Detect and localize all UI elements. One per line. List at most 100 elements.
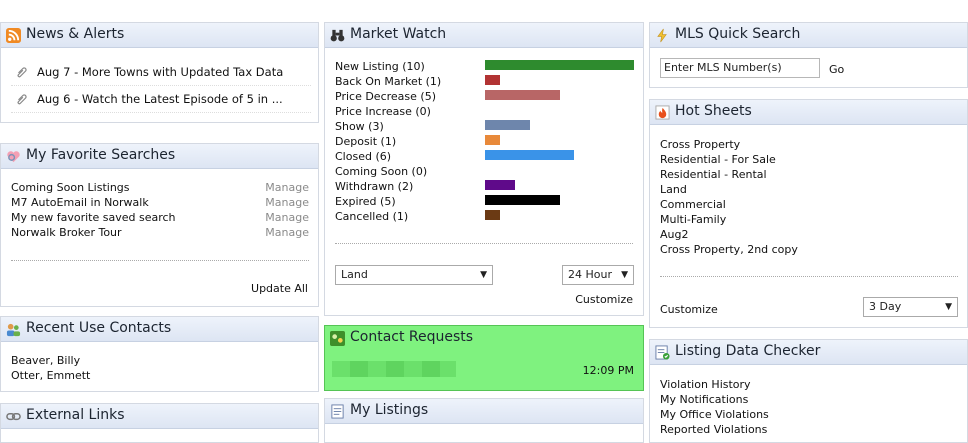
divider <box>335 243 633 244</box>
market-watch-label[interactable]: Expired (5) <box>335 194 396 209</box>
recent-contacts-title: Recent Use Contacts <box>26 320 172 336</box>
market-watch-bar <box>485 135 500 145</box>
favorite-search-link[interactable]: Coming Soon Listings <box>11 180 130 195</box>
market-watch-label[interactable]: New Listing (10) <box>335 59 425 74</box>
favorite-searches-title: My Favorite Searches <box>26 147 176 163</box>
checker-link[interactable]: My Notifications <box>660 392 769 407</box>
contact-request-icon <box>330 331 345 346</box>
period-select[interactable]: 24 Hour ▼ <box>562 265 634 285</box>
checklist-icon <box>655 345 670 360</box>
hot-sheet-link[interactable]: Cross Property <box>660 137 798 152</box>
market-watch-bar <box>485 180 515 190</box>
my-listings-header: My Listings <box>325 399 643 424</box>
period-value: 24 Hour <box>568 268 612 281</box>
market-watch-row[interactable]: New Listing (10) <box>335 59 635 74</box>
redacted-contact-name[interactable] <box>332 361 456 377</box>
favorite-searches-header: My Favorite Searches <box>1 144 318 169</box>
market-watch-bar <box>485 150 574 160</box>
contact-requests-panel: Contact Requests 12:09 PM <box>324 325 644 391</box>
market-watch-label[interactable]: Cancelled (1) <box>335 209 408 224</box>
flame-icon <box>655 105 670 120</box>
hot-sheet-link[interactable]: Multi-Family <box>660 212 798 227</box>
favorite-search-row: M7 AutoEmail in Norwalk Manage <box>11 195 311 210</box>
market-watch-bar <box>485 195 560 205</box>
divider <box>11 85 311 86</box>
link-icon <box>6 412 21 421</box>
hot-sheets-customize-link[interactable]: Customize <box>660 302 718 317</box>
lightning-icon <box>657 28 667 43</box>
recent-contacts-header: Recent Use Contacts <box>1 317 318 342</box>
mls-number-input[interactable]: Enter MLS Number(s) <box>660 58 820 78</box>
manage-link[interactable]: Manage <box>265 225 309 240</box>
market-watch-bar <box>485 60 634 70</box>
mls-quick-search-header: MLS Quick Search <box>650 23 967 48</box>
market-watch-label[interactable]: Back On Market (1) <box>335 74 441 89</box>
listing-data-checker-header: Listing Data Checker <box>650 340 967 365</box>
listing-data-checker-title: Listing Data Checker <box>675 343 821 359</box>
contact-request-time: 12:09 PM <box>582 364 634 377</box>
market-watch-label[interactable]: Price Decrease (5) <box>335 89 436 104</box>
favorite-search-row: Coming Soon Listings Manage <box>11 180 311 195</box>
market-watch-label[interactable]: Closed (6) <box>335 149 391 164</box>
market-watch-label[interactable]: Coming Soon (0) <box>335 164 427 179</box>
market-watch-label[interactable]: Show (3) <box>335 119 384 134</box>
rss-icon <box>6 28 21 43</box>
favorite-searches-panel: My Favorite Searches Coming Soon Listing… <box>0 143 319 307</box>
caret-down-icon: ▼ <box>945 302 952 312</box>
market-watch-row[interactable]: Show (3) <box>335 119 635 134</box>
hot-sheets-list: Cross Property Residential - For Sale Re… <box>660 137 798 257</box>
external-links-header: External Links <box>1 404 318 429</box>
market-watch-row[interactable]: Price Increase (0) <box>335 104 635 119</box>
caret-down-icon: ▼ <box>480 270 487 280</box>
market-watch-row[interactable]: Back On Market (1) <box>335 74 635 89</box>
news-alerts-header: News & Alerts <box>1 23 318 48</box>
checker-link[interactable]: Violation History <box>660 377 769 392</box>
market-watch-row[interactable]: Price Decrease (5) <box>335 89 635 104</box>
market-watch-label[interactable]: Deposit (1) <box>335 134 396 149</box>
market-watch-chart: New Listing (10) Back On Market (1) Price … <box>335 59 635 225</box>
hot-sheet-link[interactable]: Residential - Rental <box>660 167 798 182</box>
news-item-text[interactable]: Aug 7 - More Towns with Updated Tax Data <box>37 65 283 80</box>
manage-link[interactable]: Manage <box>265 210 309 225</box>
hot-sheet-link[interactable]: Land <box>660 182 798 197</box>
market-watch-row[interactable]: Withdrawn (2) <box>335 179 635 194</box>
external-links-panel: External Links <box>0 403 319 443</box>
hot-sheets-title: Hot Sheets <box>675 103 752 119</box>
market-watch-row[interactable]: Closed (6) <box>335 149 635 164</box>
hot-sheets-period-select[interactable]: 3 Day ▼ <box>863 297 958 317</box>
checker-link[interactable]: My Office Violations <box>660 407 769 422</box>
people-icon <box>6 323 21 337</box>
customize-link[interactable]: Customize <box>575 292 633 307</box>
paperclip-icon <box>17 67 27 78</box>
update-all-link[interactable]: Update All <box>251 281 308 296</box>
contact-requests-title: Contact Requests <box>350 329 474 345</box>
listing-data-checker-panel: Listing Data Checker Violation History M… <box>649 339 968 443</box>
market-watch-bar <box>485 210 500 220</box>
hot-sheet-link[interactable]: Commercial <box>660 197 798 212</box>
market-watch-row[interactable]: Coming Soon (0) <box>335 164 635 179</box>
news-item-text[interactable]: Aug 6 - Watch the Latest Episode of 5 in… <box>37 92 283 107</box>
hot-sheet-link[interactable]: Aug2 <box>660 227 798 242</box>
manage-link[interactable]: Manage <box>265 180 309 195</box>
market-watch-row[interactable]: Expired (5) <box>335 194 635 209</box>
contact-requests-header: Contact Requests <box>325 326 643 350</box>
hot-sheet-link[interactable]: Cross Property, 2nd copy <box>660 242 798 257</box>
favorite-search-link[interactable]: M7 AutoEmail in Norwalk <box>11 195 149 210</box>
market-watch-row[interactable]: Cancelled (1) <box>335 209 635 224</box>
mls-go-button[interactable]: Go <box>829 62 844 77</box>
favorite-search-row: Norwalk Broker Tour Manage <box>11 225 311 240</box>
market-watch-label[interactable]: Price Increase (0) <box>335 104 431 119</box>
contact-link[interactable]: Otter, Emmett <box>11 368 90 383</box>
market-watch-row[interactable]: Deposit (1) <box>335 134 635 149</box>
market-watch-bar <box>485 120 530 130</box>
favorite-search-link[interactable]: My new favorite saved search <box>11 210 176 225</box>
my-listings-title: My Listings <box>350 402 429 418</box>
listing-type-select[interactable]: Land ▼ <box>335 265 493 285</box>
checker-link[interactable]: Reported Violations <box>660 422 769 437</box>
hot-sheet-link[interactable]: Residential - For Sale <box>660 152 798 167</box>
manage-link[interactable]: Manage <box>265 195 309 210</box>
hot-sheets-header: Hot Sheets <box>650 100 967 125</box>
contact-link[interactable]: Beaver, Billy <box>11 353 90 368</box>
market-watch-label[interactable]: Withdrawn (2) <box>335 179 413 194</box>
favorite-search-link[interactable]: Norwalk Broker Tour <box>11 225 122 240</box>
